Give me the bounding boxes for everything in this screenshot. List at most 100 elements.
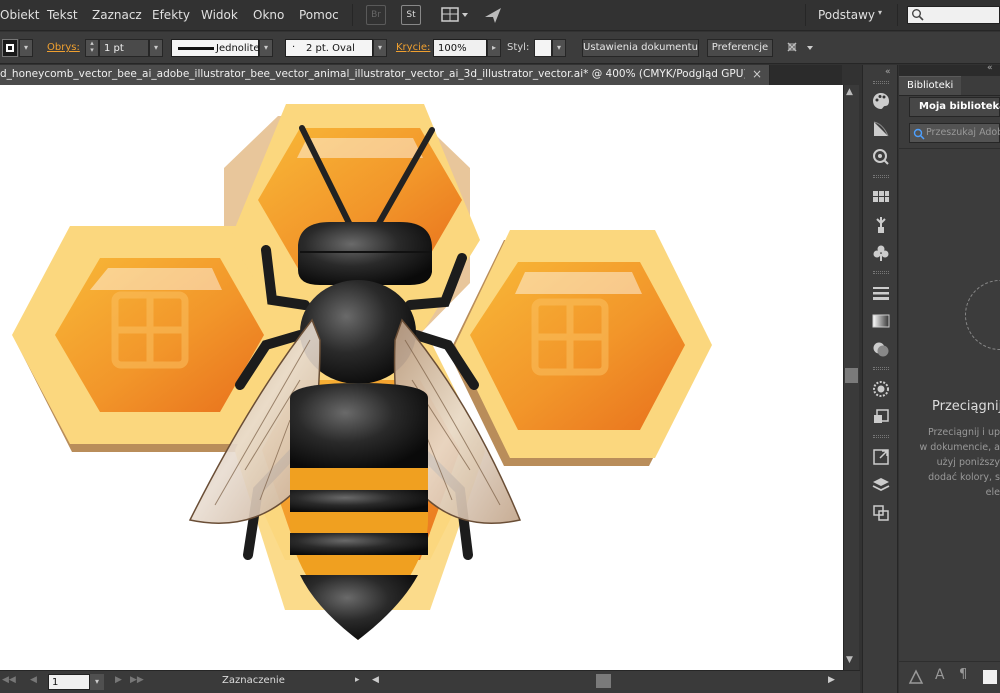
collapse-panel-icon[interactable]: « xyxy=(987,63,993,73)
profile-dropdown-icon[interactable]: ▾ xyxy=(259,39,273,57)
export-asset-icon[interactable] xyxy=(871,447,891,467)
library-selector[interactable]: Moja biblioteka xyxy=(909,97,1000,117)
variable-width-profile[interactable]: Jednolite xyxy=(171,39,260,57)
artboard-dropdown-icon[interactable]: ▾ xyxy=(90,674,104,690)
menu-divider xyxy=(352,4,353,26)
menu-select[interactable]: Zaznacz xyxy=(92,8,142,22)
brushes-icon[interactable] xyxy=(871,215,891,235)
transform-options-icon[interactable] xyxy=(785,40,817,56)
status-bar: ◀◀ ◀ 1 ▾ ▶ ▶▶ Zaznaczenie ▸ ◀ ▶ xyxy=(0,670,860,693)
collapse-strip-icon[interactable]: « xyxy=(885,67,891,77)
opacity-dropdown-icon[interactable]: ▸ xyxy=(487,39,501,57)
stroke-weight-dropdown-icon[interactable]: ▾ xyxy=(149,39,163,57)
stroke-swatch-dropdown-icon[interactable]: ▾ xyxy=(19,39,33,57)
add-paragraph-style-icon[interactable]: ¶ xyxy=(959,667,967,682)
stroke-label[interactable]: Obrys: xyxy=(47,42,80,53)
opacity-label[interactable]: Krycie: xyxy=(396,42,430,53)
transparency-icon[interactable] xyxy=(871,339,891,359)
add-graphic-icon[interactable] xyxy=(983,670,997,684)
scroll-up-icon[interactable]: ▲ xyxy=(846,87,853,97)
artboards-icon[interactable] xyxy=(871,503,891,523)
tab-libraries[interactable]: Biblioteki xyxy=(899,76,961,95)
document-setup-button[interactable]: Ustawienia dokumentu xyxy=(582,39,699,57)
library-search-input[interactable]: Przeszukaj Adobe xyxy=(909,123,1000,143)
workspace-switcher[interactable]: Podstawy xyxy=(818,8,875,22)
stroke-weight-field[interactable]: 1 pt xyxy=(99,39,149,57)
panel-divider xyxy=(899,95,1000,96)
preferences-button[interactable]: Preferencje xyxy=(707,39,773,57)
brush-definition[interactable]: · 2 pt. Oval xyxy=(285,39,373,57)
vertical-scrollbar[interactable]: ▲ ▼ xyxy=(843,85,859,670)
swatches-icon[interactable] xyxy=(871,187,891,207)
gradient-icon[interactable] xyxy=(871,311,891,331)
bridge-button[interactable]: Br xyxy=(366,5,386,25)
send-icon[interactable] xyxy=(483,5,503,25)
drop-line: ele xyxy=(985,487,1000,498)
drop-line: dodać kolory, s xyxy=(928,472,1000,483)
workspace-chevron-icon[interactable]: ▾ xyxy=(878,8,882,17)
graphic-styles-icon[interactable] xyxy=(871,407,891,427)
strip-grip-4 xyxy=(873,367,889,370)
add-character-style-icon[interactable]: A xyxy=(935,667,945,683)
stroke-color-swatch[interactable] xyxy=(2,39,18,57)
first-artboard-icon[interactable]: ◀◀ xyxy=(2,675,16,685)
panel-icon-strip: « xyxy=(862,65,898,693)
document-tab-title: d_honeycomb_vector_bee_ai_adobe_illustra… xyxy=(0,68,745,80)
style-dropdown-icon[interactable]: ▾ xyxy=(552,39,566,57)
drop-zone-description: Przeciągnij i up w dokumencie, a użyj po… xyxy=(919,425,1000,500)
graphic-style-swatch[interactable] xyxy=(534,39,552,57)
last-artboard-icon[interactable]: ▶▶ xyxy=(130,675,144,685)
drop-zone-title: Przeciągnij xyxy=(932,399,1000,414)
menu-window[interactable]: Okno xyxy=(253,8,284,22)
layers-icon[interactable] xyxy=(871,475,891,495)
help-search-input[interactable] xyxy=(907,6,1000,24)
libraries-icon[interactable] xyxy=(871,147,891,167)
scroll-right-icon[interactable]: ▶ xyxy=(828,675,835,685)
menu-effects[interactable]: Efekty xyxy=(152,8,190,22)
menu-text[interactable]: Tekst xyxy=(47,8,78,22)
artboard-number-field[interactable]: 1 xyxy=(48,674,90,690)
horizontal-scroll-thumb[interactable] xyxy=(596,674,611,688)
drop-line: użyj poniższy xyxy=(936,457,1000,468)
drop-zone-icon xyxy=(965,280,1000,350)
search-icon xyxy=(913,128,925,140)
bee-honeycomb-artwork xyxy=(12,104,712,640)
menu-view[interactable]: Widok xyxy=(201,8,238,22)
line-style-label: Jednolite xyxy=(216,43,260,54)
next-artboard-icon[interactable]: ▶ xyxy=(115,675,122,685)
menu-bar: Obiekt Tekst Zaznacz Efekty Widok Okno P… xyxy=(0,0,1000,31)
menu-divider-right xyxy=(805,4,806,26)
vertical-scroll-thumb[interactable] xyxy=(845,368,858,383)
status-menu-icon[interactable]: ▸ xyxy=(355,675,360,685)
scroll-down-icon[interactable]: ▼ xyxy=(846,655,853,665)
menu-object[interactable]: Obiekt xyxy=(0,8,39,22)
stroke-weight-stepper[interactable]: ▴ ▾ xyxy=(85,39,99,57)
symbols-icon[interactable] xyxy=(871,243,891,263)
opacity-field[interactable]: 100% xyxy=(433,39,487,57)
close-tab-icon[interactable]: × xyxy=(752,67,762,81)
scroll-left-icon[interactable]: ◀ xyxy=(372,675,379,685)
arrange-documents-icon[interactable] xyxy=(440,6,470,24)
document-tab[interactable]: d_honeycomb_vector_bee_ai_adobe_illustra… xyxy=(0,65,770,85)
strip-grip-3 xyxy=(873,271,889,274)
brush-dropdown-icon[interactable]: ▾ xyxy=(373,39,387,57)
search-icon xyxy=(912,9,924,21)
menu-help[interactable]: Pomoc xyxy=(299,8,339,22)
search-placeholder: Przeszukaj Adobe xyxy=(926,127,1000,138)
previous-artboard-icon[interactable]: ◀ xyxy=(30,675,37,685)
panel-divider-2 xyxy=(899,148,1000,149)
stock-button[interactable]: St xyxy=(401,5,421,25)
artboard-canvas[interactable] xyxy=(0,85,843,670)
color-guide-icon[interactable] xyxy=(871,119,891,139)
color-palette-icon[interactable] xyxy=(871,91,891,111)
library-footer: A ¶ xyxy=(899,661,1000,693)
appearance-icon[interactable] xyxy=(871,379,891,399)
style-label: Styl: xyxy=(507,42,530,53)
add-color-icon[interactable] xyxy=(907,668,925,686)
strip-grip xyxy=(873,81,889,84)
panel-header-strip: « xyxy=(899,63,1000,76)
current-tool-status: Zaznaczenie xyxy=(222,675,285,686)
drop-line: w dokumencie, a xyxy=(919,442,1000,453)
menu-divider-search xyxy=(897,4,898,26)
stroke-icon[interactable] xyxy=(871,283,891,303)
